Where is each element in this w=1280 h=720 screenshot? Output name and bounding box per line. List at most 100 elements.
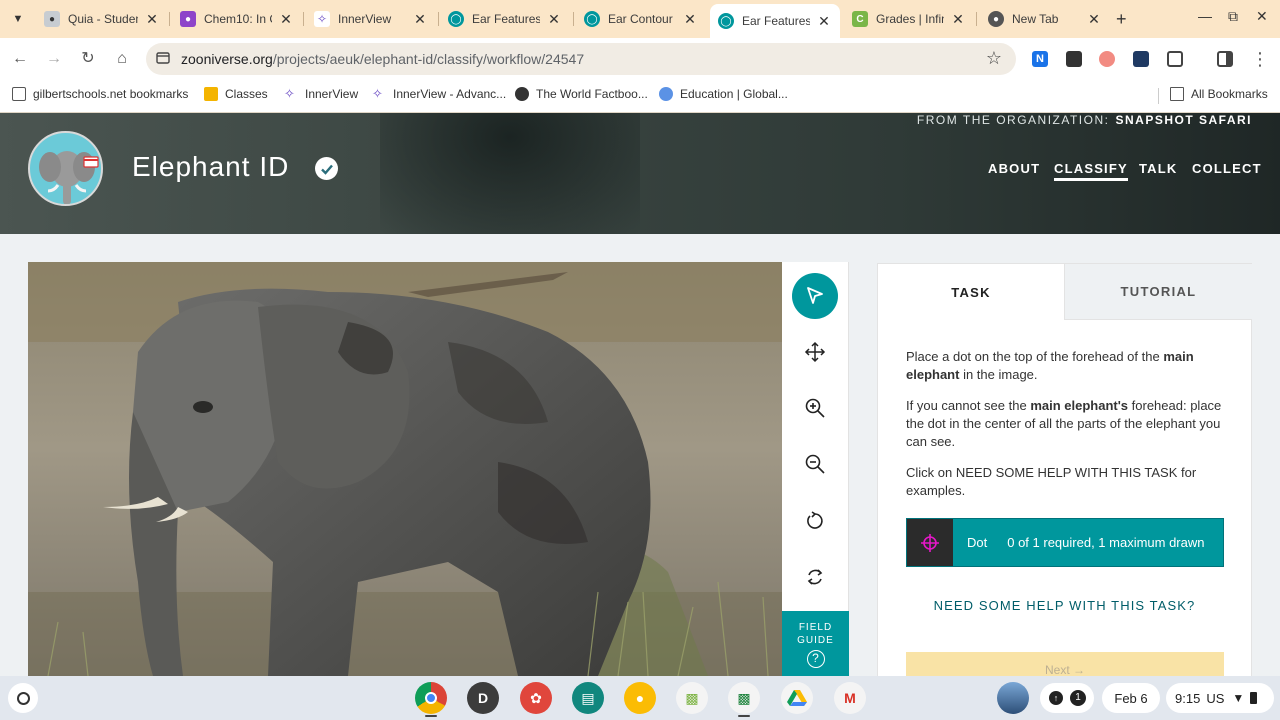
restore-icon[interactable]: ⧉ [1228,8,1238,25]
back-arrow-icon[interactable]: ← [10,49,30,69]
window-close-icon[interactable]: ✕ [1256,8,1268,25]
drive-app-icon[interactable] [781,682,813,714]
nav-about[interactable]: ABOUT [988,161,1040,176]
classroom-green-app-icon[interactable]: ▩ [728,682,760,714]
extension-n-icon[interactable]: N [1032,51,1048,67]
status-tray[interactable]: 9:15 US ▼ [1166,683,1274,713]
zooniverse-icon: ◯ [448,11,464,27]
bookmark-gilbertschools[interactable]: gilbertschools.net bookmarks [12,87,188,101]
reload-icon[interactable]: ↻ [78,49,98,69]
all-bookmarks[interactable]: All Bookmarks [1170,87,1268,101]
extension-screencast-icon[interactable] [1133,51,1149,67]
close-icon[interactable]: ✕ [950,11,966,28]
bookmark-classes[interactable]: Classes [204,87,268,101]
notification-tray[interactable]: ↑ 1 [1040,683,1094,713]
close-icon[interactable]: ✕ [816,13,832,30]
slides-app-icon[interactable]: ▩ [676,682,708,714]
cia-seal-icon [515,87,529,101]
new-tab-plus-icon[interactable]: + [1116,9,1127,30]
address-bar[interactable]: zooniverse.org/projects/aeuk/elephant-id… [146,43,1016,75]
field-guide-button[interactable]: FIELD GUIDE ? [782,611,849,676]
close-icon[interactable]: ✕ [278,11,294,28]
bookmark-education-global[interactable]: Education | Global... [659,87,788,101]
canvas-app-icon[interactable]: ✿ [520,682,552,714]
crosshair-icon [907,519,953,566]
image-toolbar: FIELD GUIDE ? [782,262,849,676]
browser-toolbar: ← → ↻ ⌂ zooniverse.org/projects/aeuk/ele… [0,38,1280,80]
chrome-app-icon[interactable] [415,682,447,714]
zoom-out-icon[interactable] [799,448,831,480]
dot-tool-button[interactable]: Dot 0 of 1 required, 1 maximum drawn [906,518,1224,567]
extensions-puzzle-icon[interactable] [1167,51,1183,67]
task-instructions: Place a dot on the top of the forehead o… [906,348,1226,513]
date-label: Feb 6 [1114,690,1148,706]
rotate-icon[interactable] [799,505,831,537]
tab-ear-contour[interactable]: ◯ Ear Contour ✕ [576,4,706,34]
subject-image[interactable] [28,262,782,676]
instruction-1: Place a dot on the top of the forehead o… [906,349,1194,382]
tab-grades[interactable]: C Grades | Infin ✕ [844,4,974,34]
pointer-icon[interactable] [792,273,838,319]
home-icon[interactable]: ⌂ [112,49,132,69]
site-info-icon[interactable] [156,51,170,65]
battery-icon [1250,692,1258,704]
close-icon[interactable]: ✕ [412,11,428,28]
tab-title: Quia - Studen [68,12,138,26]
wifi-icon: ▼ [1232,691,1245,705]
reset-icon[interactable] [799,561,831,593]
launcher-icon[interactable] [8,683,38,713]
elephant-photo [28,262,782,676]
bookmark-world-factbook[interactable]: The World Factboo... [515,87,648,101]
minimize-icon[interactable]: — [1198,8,1212,24]
tab-ear-features-active[interactable]: ◯ Ear Features ✕ [710,4,840,38]
bookmark-star-icon[interactable]: ☆ [986,48,1002,69]
extension-agent-icon[interactable] [1066,51,1082,67]
clock-label: 9:15 [1175,690,1201,706]
bookmark-innerview[interactable]: ✧ InnerView [284,87,358,102]
folder-icon [1170,87,1184,101]
close-icon[interactable]: ✕ [546,11,562,28]
more-menu-icon[interactable]: ⋮ [1250,49,1270,69]
url-text[interactable]: zooniverse.org/projects/aeuk/elephant-id… [181,51,584,67]
date-tray[interactable]: Feb 6 [1102,683,1160,713]
all-bookmarks-label: All Bookmarks [1191,87,1268,101]
account-app-icon[interactable]: D [467,682,499,714]
project-avatar[interactable] [28,131,103,206]
organization-name[interactable]: SNAPSHOT SAFARI [1115,113,1252,127]
ime-label: US [1206,690,1225,706]
close-icon[interactable]: ✕ [1086,11,1102,28]
profile-avatar[interactable] [997,682,1029,714]
forward-arrow-icon[interactable]: → [44,49,64,69]
tab-chem10[interactable]: ● Chem10: In C ✕ [172,4,302,34]
keep-app-icon[interactable]: ● [624,682,656,714]
nav-talk[interactable]: TALK [1139,161,1178,176]
gmail-app-icon[interactable]: M [834,682,866,714]
infinite-campus-icon: C [852,11,868,27]
extension-play-icon[interactable] [1099,51,1115,67]
zoom-in-icon[interactable] [799,392,831,424]
browser-tab-strip: ▼ ● Quia - Studen ✕ ● Chem10: In C ✕ ✧ I… [0,0,1280,38]
tab-task[interactable]: TASK [878,264,1064,320]
tab-innerview[interactable]: ✧ InnerView ✕ [306,4,436,34]
side-panel-icon[interactable] [1217,51,1233,67]
project-header: Elephant ID FROM THE ORGANIZATION: SNAPSH… [0,113,1280,234]
bookmark-innerview-advanced[interactable]: ✧ InnerView - Advanc... [372,87,506,102]
zooniverse-icon: ◯ [718,13,734,29]
close-icon[interactable]: ✕ [144,11,160,28]
field-guide-label: FIELD [798,622,833,633]
need-help-button[interactable]: NEED SOME HELP WITH THIS TASK? [878,598,1251,613]
tab-title: Ear Features [472,12,540,26]
nav-collect[interactable]: COLLECT [1192,161,1262,176]
tab-new-tab[interactable]: ● New Tab ✕ [980,4,1110,34]
classroom-icon: ● [180,11,196,27]
tab-tutorial[interactable]: TUTORIAL [1064,264,1252,320]
organization-line[interactable]: FROM THE ORGANIZATION: SNAPSHOT SAFARI [917,113,1252,127]
tab-quia[interactable]: ● Quia - Studen ✕ [36,4,168,34]
tab-ear-features-1[interactable]: ◯ Ear Features ✕ [440,4,570,34]
close-icon[interactable]: ✕ [682,11,698,28]
move-icon[interactable] [799,336,831,368]
classroom-app-icon[interactable]: ▤ [572,682,604,714]
nav-classify[interactable]: CLASSIFY [1054,161,1128,181]
project-title[interactable]: Elephant ID [132,151,289,183]
tab-search-chevron-icon[interactable]: ▼ [6,7,30,31]
